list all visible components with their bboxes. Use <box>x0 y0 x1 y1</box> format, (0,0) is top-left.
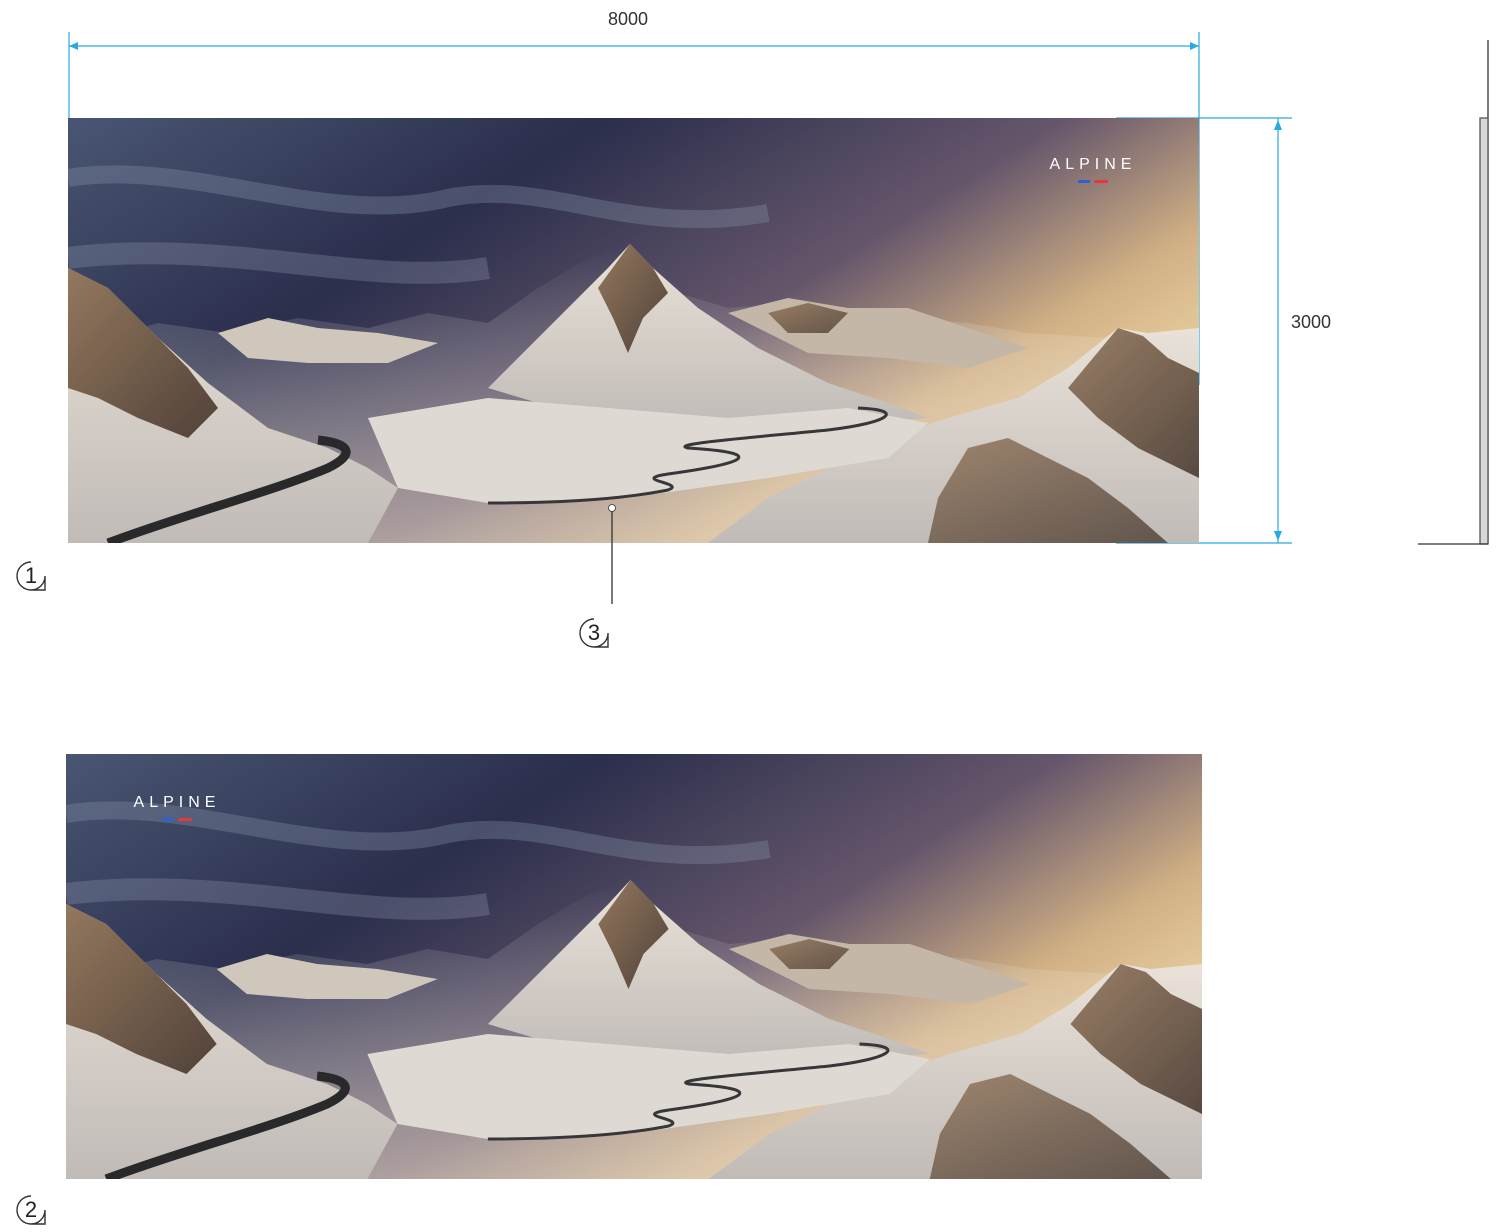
height-arrow-bottom <box>1274 531 1282 541</box>
leader-dot <box>608 504 616 512</box>
callout-2: 2 <box>14 1193 48 1227</box>
height-label: 3000 <box>1291 312 1332 332</box>
height-arrow-top <box>1274 120 1282 130</box>
alpine-logo-text-2: ALPINE <box>133 794 221 811</box>
callout-3: 3 <box>577 616 611 650</box>
alpine-logo-text-1: ALPINE <box>1049 156 1137 173</box>
side-profile-view <box>1418 40 1489 545</box>
width-arrow-right <box>1190 42 1199 50</box>
alpine-logo-2: ALPINE <box>102 794 252 821</box>
width-label: 8000 <box>608 9 649 29</box>
alpine-logo-1: ALPINE <box>1018 156 1168 183</box>
french-flag-stripe-2 <box>162 818 192 821</box>
french-flag-stripe-1 <box>1078 180 1108 183</box>
width-arrow-left <box>69 42 78 50</box>
banner-2: ALPINE <box>66 754 1202 1179</box>
callout-3-leader <box>608 504 616 604</box>
callout-2-number: 2 <box>24 1197 38 1222</box>
banner-1: ALPINE <box>68 118 1199 543</box>
callout-3-number: 3 <box>587 620 601 645</box>
callout-1: 1 <box>14 559 48 593</box>
callout-1-number: 1 <box>24 563 38 588</box>
